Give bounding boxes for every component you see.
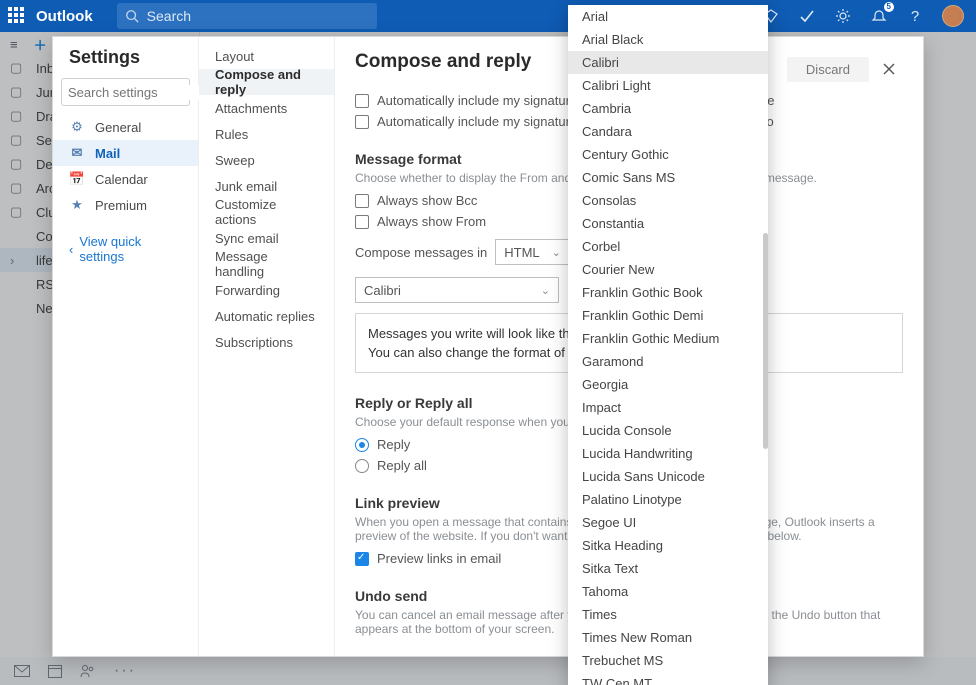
font-option[interactable]: Comic Sans MS [568, 166, 768, 189]
font-option[interactable]: Franklin Gothic Medium [568, 327, 768, 350]
notification-badge: 5 [884, 2, 894, 12]
font-option[interactable]: Arial [568, 5, 768, 28]
chevron-down-icon: ⌄ [552, 246, 561, 259]
settings-sub-message-handling[interactable]: Message handling [199, 251, 334, 277]
compose-format-select[interactable]: HTML ⌄ [495, 239, 570, 265]
app-brand: Outlook [36, 8, 93, 25]
settings-sub-compose-and-reply[interactable]: Compose and reply [199, 69, 334, 95]
view-quick-settings-link[interactable]: ‹ View quick settings [53, 234, 198, 264]
category-label: Mail [95, 146, 120, 161]
font-option[interactable]: Arial Black [568, 28, 768, 51]
font-family-select[interactable]: Calibri ⌄ [355, 277, 559, 303]
category-icon: 📅 [69, 171, 85, 187]
font-option[interactable]: Courier New [568, 258, 768, 281]
font-option[interactable]: Palatino Linotype [568, 488, 768, 511]
font-option[interactable]: Times [568, 603, 768, 626]
checkbox-label: Preview links in email [377, 551, 501, 566]
font-dropdown[interactable]: ArialArial BlackCalibriCalibri LightCamb… [568, 5, 768, 685]
settings-category-nav: Settings ⚙General✉Mail📅Calendar★Premium … [53, 37, 199, 656]
font-option[interactable]: Calibri Light [568, 74, 768, 97]
checkbox-icon [355, 215, 369, 229]
page-title: Compose and reply [355, 51, 531, 73]
app-topbar: Outlook 5 ? [0, 0, 976, 32]
font-option[interactable]: Franklin Gothic Book [568, 281, 768, 304]
settings-subnav: LayoutCompose and replyAttachmentsRulesS… [199, 37, 335, 656]
font-option[interactable]: Cambria [568, 97, 768, 120]
bell-icon[interactable]: 5 [870, 7, 888, 25]
checkbox-icon [355, 194, 369, 208]
discard-button[interactable]: Discard [787, 57, 869, 82]
category-label: Premium [95, 198, 147, 213]
avatar[interactable] [942, 5, 964, 27]
category-label: General [95, 120, 141, 135]
settings-sub-layout[interactable]: Layout [199, 43, 334, 69]
font-option[interactable]: Franklin Gothic Demi [568, 304, 768, 327]
checkbox-icon [355, 94, 369, 108]
font-option[interactable]: TW Cen MT [568, 672, 768, 685]
settings-dialog: Settings ⚙General✉Mail📅Calendar★Premium … [52, 36, 924, 657]
select-value: Calibri [364, 283, 401, 298]
close-button[interactable] [875, 55, 903, 83]
settings-sub-customize-actions[interactable]: Customize actions [199, 199, 334, 225]
font-option[interactable]: Century Gothic [568, 143, 768, 166]
font-option[interactable]: Lucida Console [568, 419, 768, 442]
checkbox-label: Always show From [377, 214, 486, 229]
checkmark-icon[interactable] [798, 7, 816, 25]
font-option[interactable]: Consolas [568, 189, 768, 212]
radio-icon [355, 438, 369, 452]
font-option[interactable]: Lucida Sans Unicode [568, 465, 768, 488]
settings-sub-sync-email[interactable]: Sync email [199, 225, 334, 251]
global-search[interactable] [117, 3, 377, 29]
category-icon: ★ [69, 197, 85, 213]
font-option[interactable]: Corbel [568, 235, 768, 258]
font-option[interactable]: Sitka Text [568, 557, 768, 580]
dropdown-scrollbar[interactable] [763, 233, 768, 449]
app-launcher-icon[interactable] [8, 7, 26, 25]
quick-settings-label: View quick settings [79, 234, 182, 264]
settings-category-mail[interactable]: ✉ Mail [53, 140, 198, 166]
chevron-down-icon: ⌄ [541, 284, 550, 297]
category-icon: ✉ [69, 145, 85, 161]
font-option[interactable]: Georgia [568, 373, 768, 396]
font-option[interactable]: Candara [568, 120, 768, 143]
settings-category-premium[interactable]: ★ Premium [53, 192, 198, 218]
settings-sub-junk-email[interactable]: Junk email [199, 173, 334, 199]
settings-sub-forwarding[interactable]: Forwarding [199, 277, 334, 303]
global-search-input[interactable] [147, 8, 369, 24]
font-option[interactable]: Constantia [568, 212, 768, 235]
gear-icon[interactable] [834, 7, 852, 25]
checkbox-icon [355, 115, 369, 129]
chevron-left-icon: ‹ [69, 242, 73, 257]
font-option[interactable]: Tahoma [568, 580, 768, 603]
settings-sub-subscriptions[interactable]: Subscriptions [199, 329, 334, 355]
font-option[interactable]: Impact [568, 396, 768, 419]
category-label: Calendar [95, 172, 148, 187]
font-option[interactable]: Calibri [568, 51, 768, 74]
settings-sub-sweep[interactable]: Sweep [199, 147, 334, 173]
settings-category-calendar[interactable]: 📅 Calendar [53, 166, 198, 192]
help-icon[interactable]: ? [906, 7, 924, 25]
settings-sub-rules[interactable]: Rules [199, 121, 334, 147]
dialog-title: Settings [53, 47, 198, 78]
font-option[interactable]: Times New Roman [568, 626, 768, 649]
radio-icon [355, 459, 369, 473]
top-actions: 5 ? [762, 5, 968, 27]
select-value: HTML [504, 245, 539, 260]
font-option[interactable]: Trebuchet MS [568, 649, 768, 672]
radio-label: Reply all [377, 458, 427, 473]
checkbox-icon [355, 552, 369, 566]
font-option[interactable]: Sitka Heading [568, 534, 768, 557]
checkbox-label: Always show Bcc [377, 193, 477, 208]
search-icon [125, 9, 139, 23]
settings-sub-automatic-replies[interactable]: Automatic replies [199, 303, 334, 329]
settings-sub-attachments[interactable]: Attachments [199, 95, 334, 121]
radio-label: Reply [377, 437, 410, 452]
settings-search[interactable] [61, 78, 190, 106]
font-option[interactable]: Garamond [568, 350, 768, 373]
font-option[interactable]: Segoe UI [568, 511, 768, 534]
settings-category-general[interactable]: ⚙ General [53, 114, 198, 140]
font-option[interactable]: Lucida Handwriting [568, 442, 768, 465]
compose-label-prefix: Compose messages in [355, 245, 487, 260]
category-icon: ⚙ [69, 119, 85, 135]
